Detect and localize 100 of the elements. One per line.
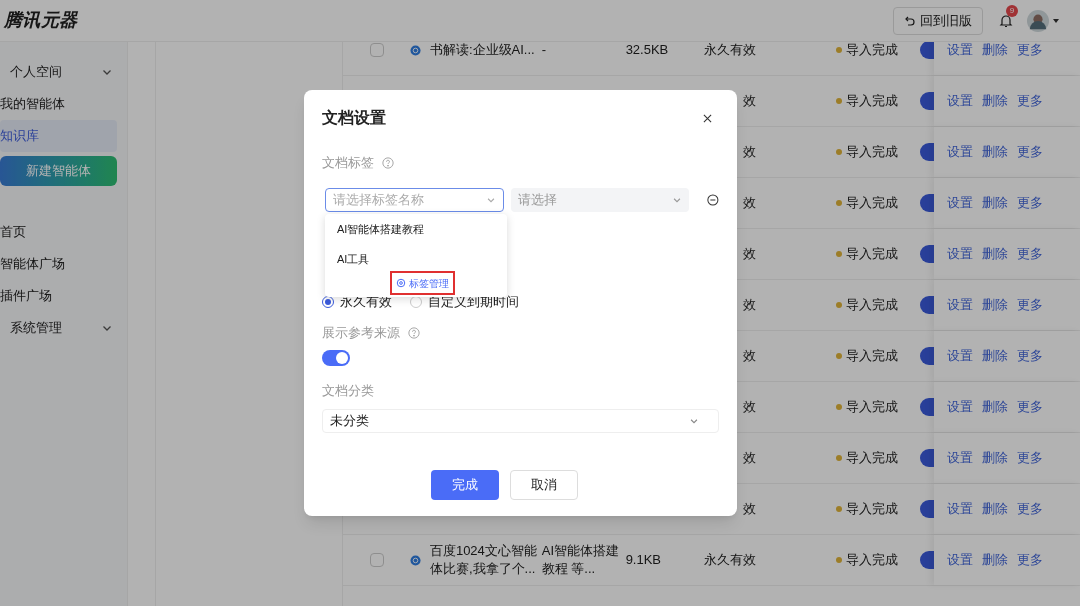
import-status: 导入完成 [846,92,899,111]
toggle-switch[interactable] [920,551,935,569]
row-action-link[interactable]: 更多 [1017,397,1044,417]
row-action-link[interactable]: 删除 [982,42,1009,60]
new-agent-button[interactable]: 新建智能体 [0,156,117,186]
row-action-link[interactable]: 删除 [982,448,1009,468]
row-action-link[interactable]: 设置 [947,244,974,264]
toggle-switch[interactable] [920,42,935,59]
chevron-down-icon [672,195,683,205]
dropdown-option[interactable]: AI工具 [325,244,507,274]
row-action-link[interactable]: 设置 [947,142,974,162]
sidebar-item[interactable]: 首页 [0,216,117,248]
row-action-link[interactable]: 设置 [947,295,974,315]
row-action-link[interactable]: 更多 [1017,42,1044,60]
file-size: 32.5KB [625,42,669,58]
logo: 腾讯元器 [4,9,78,32]
row-action-link[interactable]: 更多 [1017,193,1044,213]
undo-icon [904,14,916,27]
toggle-switch[interactable] [920,398,935,416]
row-action-link[interactable]: 删除 [982,193,1009,213]
import-status: 导入完成 [846,551,899,570]
row-action-link[interactable]: 删除 [982,550,1009,570]
row-action-link[interactable]: 设置 [947,448,974,468]
validity-period: 效 [743,296,757,315]
tag-name-select[interactable]: 请选择标签名称 [325,188,504,212]
row-action-link[interactable]: 删除 [982,346,1009,366]
import-status: 导入完成 [846,449,899,468]
document-name[interactable]: 百度1024文心智能体比赛,我拿了个... [429,542,542,578]
toggle-switch[interactable] [920,245,935,263]
toggle-switch[interactable] [920,143,935,161]
row-action-link[interactable]: 设置 [947,42,974,60]
row-action-link[interactable]: 更多 [1017,346,1044,366]
document-tags: AI智能体搭建教程 等... [541,542,626,578]
notification-badge: 9 [1006,4,1018,17]
row-action-link[interactable]: 删除 [982,397,1009,417]
globe-icon [409,554,421,566]
row-action-link[interactable]: 删除 [982,91,1009,111]
document-name[interactable]: 书解读:企业级AI... [429,42,542,59]
validity-period: 效 [743,143,757,162]
globe-icon [409,44,421,56]
row-checkbox[interactable] [369,553,384,567]
row-action-link[interactable]: 设置 [947,91,974,111]
import-status: 导入完成 [846,347,899,366]
toggle-switch[interactable] [920,500,935,518]
row-action-link[interactable]: 设置 [947,499,974,519]
import-status: 导入完成 [846,194,899,213]
document-tags: - [541,42,626,59]
bell-icon[interactable] [999,13,1013,28]
toggle-switch[interactable] [920,449,935,467]
row-action-link[interactable]: 更多 [1017,244,1044,264]
category-select[interactable]: 未分类 [322,409,719,433]
toggle-switch[interactable] [920,347,935,365]
tag-manage-link[interactable]: 标签管理 [389,271,455,295]
validity-period: 永久有效 [704,551,757,570]
sidebar-item[interactable]: 插件广场 [0,280,117,312]
import-status: 导入完成 [846,245,899,264]
done-button[interactable]: 完成 [431,470,499,500]
cancel-button[interactable]: 取消 [510,470,578,500]
caret-icon[interactable] [1052,16,1060,25]
row-action-link[interactable]: 更多 [1017,550,1044,570]
row-action-link[interactable]: 删除 [982,244,1009,264]
dropdown-option[interactable]: AI智能体搭建教程 [325,214,507,244]
old-version-button[interactable]: 回到旧版 [893,6,983,35]
row-action-link[interactable]: 删除 [982,499,1009,519]
show-source-toggle[interactable] [322,350,350,366]
row-action-link[interactable]: 更多 [1017,448,1044,468]
sidebar-item[interactable]: 知识库 [0,120,117,152]
file-size: 9.1KB [625,552,662,568]
row-action-link[interactable]: 更多 [1017,142,1044,162]
sidebar-item[interactable]: 个人空间 [0,56,117,88]
sidebar-item[interactable]: 系统管理 [0,312,117,344]
import-status: 导入完成 [846,398,899,417]
row-action-link[interactable]: 更多 [1017,91,1044,111]
row-action-link[interactable]: 设置 [947,193,974,213]
row-action-link[interactable]: 更多 [1017,499,1044,519]
import-status: 导入完成 [846,296,899,315]
validity-period: 效 [743,347,757,366]
chevron-down-icon [689,416,699,426]
toggle-switch[interactable] [920,92,935,110]
remove-icon[interactable] [707,194,719,206]
validity-period: 效 [743,500,757,519]
dialog-title: 文档设置 [322,108,386,128]
sidebar-item[interactable]: 我的智能体 [0,88,117,120]
toggle-switch[interactable] [920,296,935,314]
validity-period: 效 [743,194,757,213]
row-action-link[interactable]: 更多 [1017,295,1044,315]
toggle-switch[interactable] [920,194,935,212]
row-action-link[interactable]: 删除 [982,142,1009,162]
validity-period: 效 [743,398,757,417]
sidebar-item[interactable]: 智能体广场 [0,248,117,280]
row-checkbox[interactable] [369,43,384,57]
validity-period: 永久有效 [704,42,757,60]
avatar[interactable] [1027,9,1049,32]
import-status: 导入完成 [846,42,899,60]
row-action-link[interactable]: 设置 [947,550,974,570]
validity-period: 效 [743,449,757,468]
close-icon[interactable] [703,113,712,123]
row-action-link[interactable]: 删除 [982,295,1009,315]
row-action-link[interactable]: 设置 [947,397,974,417]
row-action-link[interactable]: 设置 [947,346,974,366]
